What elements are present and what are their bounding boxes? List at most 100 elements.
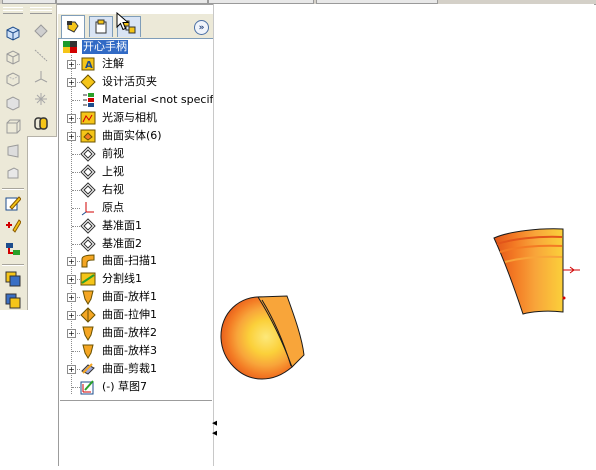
expand-icon[interactable]: +: [67, 77, 76, 87]
tree-item[interactable]: + 曲面-剪裁1: [60, 361, 212, 378]
tree-item[interactable]: Material <not specified: [60, 92, 230, 109]
view-perspective-icon[interactable]: [4, 142, 22, 160]
tree-item[interactable]: 上视: [60, 163, 212, 181]
tree-connector-branch: [72, 387, 80, 389]
tree-item[interactable]: + 光源与相机: [60, 110, 212, 127]
tree-item[interactable]: + 曲面实体(6): [60, 128, 212, 145]
view-toolbar: [0, 4, 28, 310]
view-cube-icon[interactable]: [4, 24, 22, 42]
surface-loft-icon: [82, 290, 94, 306]
plane-icon: [80, 235, 96, 252]
tree-item[interactable]: + 曲面-放样2: [60, 325, 212, 342]
tree-connector-branch: [72, 171, 80, 173]
tree-item[interactable]: 原点: [60, 200, 212, 217]
expand-icon[interactable]: +: [67, 60, 76, 69]
surface-loft-icon: [82, 344, 94, 360]
spark-icon[interactable]: [32, 90, 50, 108]
model-view: [220, 228, 580, 380]
top-tab-2[interactable]: [56, 0, 208, 4]
tree-item[interactable]: + 曲面-放样1: [60, 289, 212, 306]
material-icon: [83, 92, 94, 107]
panel-lower-splitter[interactable]: [60, 400, 212, 404]
feature-tree: 开心手柄 + A 注解 + 设计活页夹 Material <not specified + 光…: [60, 38, 230, 400]
origin-icon: [81, 201, 94, 215]
sketch-icon[interactable]: [4, 194, 22, 212]
tree-item-label: 分割线1: [102, 272, 142, 286]
tree-item[interactable]: + 分割线1: [60, 271, 212, 288]
tree-item-label: 光源与相机: [102, 110, 157, 124]
plane-icon: [80, 146, 96, 162]
tree-connector-branch: [72, 153, 80, 155]
tree-connector-branch: [72, 351, 80, 353]
line-icon[interactable]: [32, 46, 50, 64]
tree-connector-branch: [72, 99, 80, 101]
surface-body-left[interactable]: [220, 295, 305, 380]
tree-item[interactable]: + A 注解: [60, 56, 212, 73]
tree-root[interactable]: 开心手柄: [60, 39, 212, 56]
part-icon: [63, 41, 77, 53]
tree-item-label: 原点: [102, 200, 124, 214]
expand-icon[interactable]: +: [67, 293, 76, 303]
tree-root-label: 开心手柄: [82, 40, 128, 54]
tree-item-label: 基准面1: [102, 218, 142, 232]
view-hidden-lines-icon[interactable]: [4, 70, 22, 88]
display-mode-icon[interactable]: [4, 270, 22, 288]
tree-item[interactable]: + 设计活页夹: [60, 74, 212, 91]
expand-icon[interactable]: +: [67, 311, 76, 321]
smart-dimension-icon[interactable]: [4, 216, 22, 234]
axis-icon[interactable]: [32, 68, 50, 86]
expand-icon[interactable]: +: [67, 329, 76, 339]
view-edges-icon[interactable]: [4, 118, 22, 136]
toolbar-separator: [2, 188, 24, 190]
tree-item[interactable]: + 曲面-拉伸1: [60, 307, 212, 324]
view-wireframe-icon[interactable]: [4, 48, 22, 66]
property-manager-tab[interactable]: [89, 16, 113, 37]
expand-icon[interactable]: +: [67, 257, 76, 267]
tree-item[interactable]: + 曲面-扫描1: [60, 253, 212, 270]
view-shaded-icon[interactable]: [4, 94, 22, 112]
expand-icon[interactable]: +: [67, 275, 76, 285]
view-section-icon[interactable]: [4, 164, 22, 182]
panel-tab-bar: [58, 14, 213, 39]
expand-icon[interactable]: +: [67, 131, 76, 141]
relations-icon[interactable]: [4, 240, 22, 258]
display-mode-2-icon[interactable]: [4, 292, 22, 310]
plane-icon: [80, 181, 96, 198]
tree-item-label: 曲面-剪裁1: [102, 362, 157, 376]
point-icon[interactable]: [32, 22, 50, 40]
plane-icon: [80, 163, 96, 180]
tree-item-label: 曲面-放样2: [102, 326, 157, 340]
sketch-point[interactable]: [562, 296, 566, 300]
tree-item[interactable]: 基准面2: [60, 235, 212, 253]
tree-item[interactable]: 右视: [60, 181, 212, 199]
feature-manager-tab[interactable]: [61, 15, 85, 38]
expand-icon[interactable]: +: [67, 365, 76, 375]
expand-panel-button[interactable]: »: [194, 20, 209, 35]
tree-item-label: 注解: [102, 57, 124, 70]
tree-item-label: 上视: [102, 164, 124, 178]
paperclip-icon[interactable]: [32, 114, 50, 132]
tree-item-label: 基准面2: [102, 236, 142, 250]
design-binder-icon: [80, 74, 96, 90]
tree-item[interactable]: 曲面-放样3: [60, 343, 212, 360]
tree-connector-branch: [72, 189, 80, 191]
tree-item-label: 右视: [102, 182, 124, 196]
toolbar-separator-2: [2, 264, 24, 266]
tree-item-label: 曲面-扫描1: [102, 254, 157, 268]
tree-item-label: 设计活页夹: [102, 74, 157, 88]
tree-item-label: Material <not specified: [102, 92, 231, 106]
tree-item-label: (-) 草图7: [102, 380, 148, 394]
tree-item[interactable]: 基准面1: [60, 217, 212, 235]
plane-icon: [80, 217, 96, 234]
tree-item[interactable]: 前视: [60, 146, 212, 163]
graphics-viewport[interactable]: [217, 4, 594, 466]
tree-item[interactable]: (-) 草图7: [60, 379, 212, 396]
split-line-icon: [80, 272, 96, 286]
surface-loft-icon: [82, 326, 94, 342]
surface-body-right[interactable]: [493, 228, 564, 315]
surface-trim-icon: [81, 363, 95, 375]
tree-item-label: 前视: [102, 146, 124, 160]
feature-manager-icon: [67, 21, 79, 33]
expand-icon[interactable]: +: [67, 113, 76, 123]
surface-bodies-icon: [80, 129, 96, 143]
